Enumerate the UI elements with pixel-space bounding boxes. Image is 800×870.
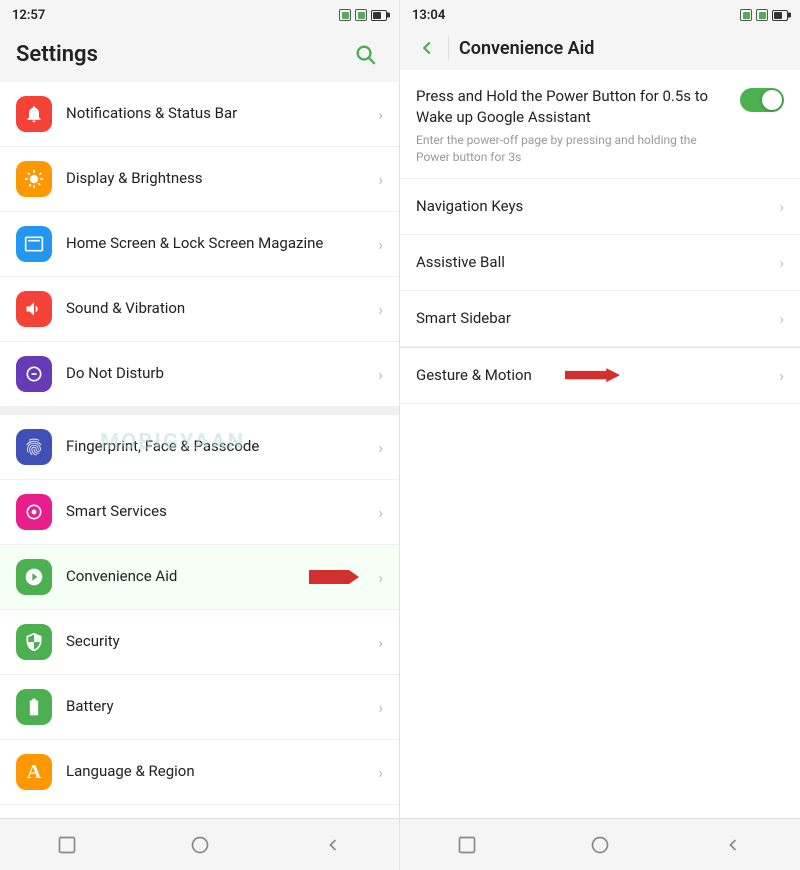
assistiveball-label: Assistive Ball — [416, 253, 779, 271]
nav-circle-button-right[interactable] — [580, 825, 620, 865]
chevron-icon: › — [779, 253, 784, 272]
chevron-icon: › — [378, 438, 383, 457]
chevron-icon: › — [378, 170, 383, 189]
smartsidebar-label: Smart Sidebar — [416, 309, 779, 327]
status-icons-right — [740, 9, 788, 21]
language-icon: A — [16, 754, 52, 790]
left-panel: 12:57 Settings — [0, 0, 400, 870]
security-icon — [16, 624, 52, 660]
toggle-text-block: Press and Hold the Power Button for 0.5s… — [416, 86, 728, 166]
display-icon — [16, 161, 52, 197]
donotdisturb-label: Do Not Disturb — [66, 364, 378, 384]
sound-label: Sound & Vibration — [66, 299, 378, 319]
toggle-section: Press and Hold the Power Button for 0.5s… — [400, 70, 800, 179]
toggle-row: Press and Hold the Power Button for 0.5s… — [416, 86, 784, 166]
nav-back-button[interactable] — [313, 825, 353, 865]
battery-icon-right — [772, 10, 788, 21]
chevron-icon: › — [378, 300, 383, 319]
settings-item-battery[interactable]: Battery › — [0, 675, 399, 740]
settings-item-language[interactable]: A Language & Region › — [0, 740, 399, 805]
settings-item-smartservices[interactable]: Smart Services › — [0, 480, 399, 545]
notification-icon-right — [740, 9, 752, 21]
nav-bar-left — [0, 818, 399, 870]
settings-item-display[interactable]: Display & Brightness › — [0, 147, 399, 212]
red-arrow-indicator-right — [565, 368, 620, 382]
security-label: Security — [66, 632, 378, 652]
back-button[interactable] — [416, 37, 438, 59]
signal-icon-right — [756, 9, 768, 21]
homescreen-label: Home Screen & Lock Screen Magazine — [66, 234, 378, 254]
chevron-icon: › — [378, 568, 383, 587]
chevron-icon: › — [378, 633, 383, 652]
language-label: Language & Region — [66, 762, 378, 782]
notification-icon — [339, 9, 351, 21]
right-panel: 13:04 Convenience Aid Press and Hold t — [400, 0, 800, 870]
settings-item-homescreen[interactable]: Home Screen & Lock Screen Magazine › — [0, 212, 399, 277]
display-label: Display & Brightness — [66, 169, 378, 189]
chevron-icon: › — [378, 503, 383, 522]
right-menu-item-smartsidebar[interactable]: Smart Sidebar › — [400, 291, 800, 347]
signal-icon — [355, 9, 367, 21]
settings-item-donotdisturb[interactable]: Do Not Disturb › — [0, 342, 399, 407]
settings-item-notifications[interactable]: Notifications & Status Bar › — [0, 82, 399, 147]
donotdisturb-icon — [16, 356, 52, 392]
right-content: Press and Hold the Power Button for 0.5s… — [400, 70, 800, 818]
settings-item-sound[interactable]: Sound & Vibration › — [0, 277, 399, 342]
search-button[interactable] — [347, 36, 383, 72]
chevron-icon: › — [378, 365, 383, 384]
nav-square-button[interactable] — [47, 825, 87, 865]
header-divider — [448, 36, 449, 60]
toggle-sub-text: Enter the power-off page by pressing and… — [416, 132, 728, 166]
status-bar-right: 13:04 — [400, 0, 800, 28]
divider — [0, 407, 399, 415]
chevron-icon: › — [378, 698, 383, 717]
settings-item-convenienceaid[interactable]: Convenience Aid › — [0, 545, 399, 610]
red-arrow-indicator-left — [309, 570, 359, 584]
notifications-icon — [16, 96, 52, 132]
fingerprint-icon — [16, 429, 52, 465]
smartservices-label: Smart Services — [66, 502, 378, 522]
settings-list: Notifications & Status Bar › Display & B… — [0, 82, 399, 818]
smartservices-icon — [16, 494, 52, 530]
header-right: Convenience Aid — [400, 28, 800, 70]
nav-circle-button[interactable] — [180, 825, 220, 865]
settings-title: Settings — [16, 42, 98, 67]
chevron-icon: › — [378, 763, 383, 782]
fingerprint-label: Fingerprint, Face & Passcode — [66, 437, 378, 457]
toggle-main-text: Press and Hold the Power Button for 0.5s… — [416, 86, 728, 128]
time-right: 13:04 — [412, 8, 445, 23]
toggle-knob — [762, 90, 782, 110]
right-menu-item-assistiveball[interactable]: Assistive Ball › — [400, 235, 800, 291]
header-left: Settings — [0, 28, 399, 82]
right-menu-item-gesturemotion[interactable]: Gesture & Motion › — [400, 348, 800, 404]
chevron-icon: › — [779, 309, 784, 328]
time-left: 12:57 — [12, 8, 45, 23]
notifications-label: Notifications & Status Bar — [66, 104, 378, 124]
chevron-icon: › — [779, 366, 784, 385]
nav-square-button-right[interactable] — [447, 825, 487, 865]
status-icons-left — [339, 9, 387, 21]
homescreen-icon — [16, 226, 52, 262]
settings-item-security[interactable]: Security › — [0, 610, 399, 675]
settings-item-fingerprint[interactable]: Fingerprint, Face & Passcode › — [0, 415, 399, 480]
google-assistant-toggle[interactable] — [740, 88, 784, 112]
battery-label: Battery — [66, 697, 378, 717]
right-menu-item-navkeys[interactable]: Navigation Keys › — [400, 179, 800, 235]
convenience-aid-title: Convenience Aid — [459, 38, 594, 59]
navkeys-label: Navigation Keys — [416, 197, 779, 215]
chevron-icon: › — [779, 197, 784, 216]
chevron-icon: › — [378, 235, 383, 254]
nav-back-button-right[interactable] — [713, 825, 753, 865]
sound-icon — [16, 291, 52, 327]
settings-item-additional[interactable]: Additional Settings › — [0, 805, 399, 818]
battery-icon — [16, 689, 52, 725]
status-bar-left: 12:57 — [0, 0, 399, 28]
battery-icon-left — [371, 10, 387, 21]
nav-bar-right — [400, 818, 800, 870]
convenienceaid-icon — [16, 559, 52, 595]
chevron-icon: › — [378, 105, 383, 124]
